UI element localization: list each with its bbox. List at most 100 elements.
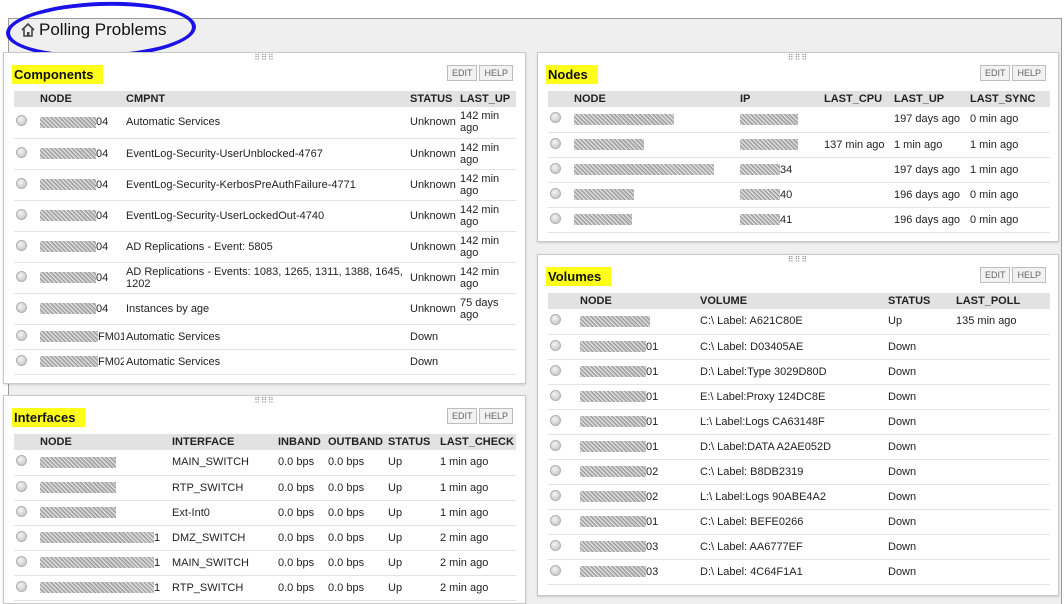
volume-name[interactable]: C:\ Label: AA6777EF — [698, 534, 886, 560]
component-name[interactable]: EventLog-Security-UserLockedOut-4740 — [124, 200, 408, 232]
interface-name[interactable]: RTP_SWITCH — [170, 575, 276, 601]
column-header-node[interactable]: NODE — [38, 91, 124, 107]
row-status-dot[interactable] — [16, 480, 27, 492]
row-status-dot[interactable] — [16, 146, 27, 158]
edit-button[interactable]: EDIT — [979, 267, 1011, 283]
node-cell[interactable]: 01 — [578, 359, 698, 385]
interface-name[interactable]: DMZ_SWITCH — [170, 525, 276, 551]
column-header-volume[interactable]: VOLUME — [698, 293, 886, 309]
component-name[interactable]: EventLog-Security-KerbosPreAuthFailure-4… — [124, 169, 408, 201]
node-cell[interactable]: 04 — [38, 138, 124, 170]
column-header-last-check[interactable]: LAST_CHECK — [438, 434, 516, 450]
column-header-node[interactable]: NODE — [572, 91, 738, 107]
row-status-dot[interactable] — [550, 439, 561, 451]
table-row[interactable]: 01 E:\ Label:Proxy 124DC8E Down — [548, 384, 1050, 410]
node-cell[interactable] — [38, 475, 170, 501]
node-cell[interactable]: 04 — [38, 262, 124, 294]
column-header-node[interactable]: NODE — [38, 434, 170, 450]
row-status-dot[interactable] — [550, 564, 561, 576]
row-status-dot[interactable] — [16, 530, 27, 542]
node-cell[interactable] — [572, 157, 738, 183]
column-header-interface[interactable]: INTERFACE — [170, 434, 276, 450]
node-cell[interactable]: 04 — [38, 200, 124, 232]
node-cell[interactable]: 04 — [38, 107, 124, 139]
row-status-dot[interactable] — [550, 389, 561, 401]
table-row[interactable]: 34 197 days ago 1 min ago — [548, 157, 1050, 183]
node-cell[interactable]: 1 — [38, 575, 170, 601]
table-row[interactable]: FM02 Automatic Services Down — [14, 349, 516, 375]
row-status-dot[interactable] — [16, 555, 27, 567]
table-row[interactable]: 04 Automatic Services Unknown 142 min ago — [14, 107, 516, 139]
column-header-status[interactable]: STATUS — [386, 434, 438, 450]
component-name[interactable]: Automatic Services — [124, 324, 408, 350]
node-cell[interactable]: 01 — [578, 334, 698, 360]
column-header-ip[interactable]: IP — [738, 91, 822, 107]
volume-name[interactable]: D:\ Label:Type 3029D80D — [698, 359, 886, 385]
node-cell[interactable]: 02 — [578, 484, 698, 510]
table-row[interactable]: 02 C:\ Label: B8DB2319 Down — [548, 459, 1050, 485]
volume-name[interactable]: D:\ Label: 4C64F1A1 — [698, 559, 886, 585]
table-row[interactable]: 01 D:\ Label:Type 3029D80D Down — [548, 359, 1050, 385]
volume-name[interactable]: C:\ Label: B8DB2319 — [698, 459, 886, 485]
component-name[interactable]: Automatic Services — [124, 107, 408, 139]
row-status-dot[interactable] — [16, 115, 27, 127]
column-header-status[interactable]: STATUS — [886, 293, 954, 309]
table-row[interactable]: C:\ Label: A621C80E Up 135 min ago — [548, 309, 1050, 335]
table-row[interactable]: 04 Instances by age Unknown 75 days ago — [14, 293, 516, 325]
table-row[interactable]: Ext-Int0 0.0 bps 0.0 bps Up 1 min ago — [14, 500, 516, 526]
row-status-dot[interactable] — [550, 314, 561, 326]
interface-name[interactable]: RTP_SWITCH — [170, 475, 276, 501]
table-row[interactable]: 1 MAIN_SWITCH 0.0 bps 0.0 bps Up 2 min ago — [14, 550, 516, 576]
node-cell[interactable]: 03 — [578, 534, 698, 560]
row-status-dot[interactable] — [550, 162, 561, 174]
help-button[interactable]: HELP — [479, 65, 513, 81]
column-header-node[interactable]: NODE — [578, 293, 698, 309]
volume-name[interactable]: L:\ Label:Logs 90ABE4A2 — [698, 484, 886, 510]
row-status-dot[interactable] — [550, 539, 561, 551]
column-header-cmpnt[interactable]: CMPNT — [124, 91, 408, 107]
node-cell[interactable]: 04 — [38, 231, 124, 263]
row-status-dot[interactable] — [550, 364, 561, 376]
table-row[interactable]: MAIN_SWITCH 0.0 bps 0.0 bps Up 1 min ago — [14, 450, 516, 476]
table-row[interactable]: RTP_SWITCH 0.0 bps 0.0 bps Up 1 min ago — [14, 475, 516, 501]
node-cell[interactable] — [572, 107, 738, 133]
row-status-dot[interactable] — [550, 187, 561, 199]
table-row[interactable]: 02 L:\ Label:Logs 90ABE4A2 Down — [548, 484, 1050, 510]
ip-cell[interactable]: 40 — [738, 182, 822, 208]
table-row[interactable]: 41 196 days ago 0 min ago — [548, 207, 1050, 233]
row-status-dot[interactable] — [16, 177, 27, 189]
table-row[interactable]: 04 EventLog-Security-UserUnblocked-4767 Un… — [14, 138, 516, 170]
ip-cell[interactable]: 34 — [738, 157, 822, 183]
table-row[interactable]: 1 RTP_SWITCH 0.0 bps 0.0 bps Up 2 min ago — [14, 575, 516, 601]
table-row[interactable]: 03 C:\ Label: AA6777EF Down — [548, 534, 1050, 560]
row-status-dot[interactable] — [16, 329, 27, 341]
row-status-dot[interactable] — [550, 137, 561, 149]
volume-name[interactable]: D:\ Label:DATA A2AE052D — [698, 434, 886, 460]
column-header-last-up[interactable]: LAST_UP — [458, 91, 516, 107]
drag-handle[interactable]: ⠿⠿⠿ — [254, 397, 275, 405]
interface-name[interactable]: Ext-Int0 — [170, 500, 276, 526]
node-cell[interactable]: 03 — [578, 559, 698, 585]
help-button[interactable]: HELP — [1012, 65, 1046, 81]
interface-name[interactable]: MAIN_SWITCH — [170, 550, 276, 576]
table-row[interactable]: 1 DMZ_SWITCH 0.0 bps 0.0 bps Up 2 min ago — [14, 525, 516, 551]
node-cell[interactable]: 04 — [38, 293, 124, 325]
row-status-dot[interactable] — [16, 455, 27, 467]
column-header-inband[interactable]: INBAND — [276, 434, 326, 450]
drag-handle[interactable]: ⠿⠿⠿ — [788, 54, 809, 62]
table-row[interactable]: 03 D:\ Label: 4C64F1A1 Down — [548, 559, 1050, 585]
volume-name[interactable]: C:\ Label: D03405AE — [698, 334, 886, 360]
node-cell[interactable]: 01 — [578, 409, 698, 435]
row-status-dot[interactable] — [550, 514, 561, 526]
table-row[interactable]: FM01 Automatic Services Down — [14, 324, 516, 350]
node-cell[interactable] — [38, 450, 170, 476]
table-row[interactable]: 01 L:\ Label:Logs CA63148F Down — [548, 409, 1050, 435]
row-status-dot[interactable] — [550, 414, 561, 426]
table-row[interactable]: 137 min ago 1 min ago 1 min ago — [548, 132, 1050, 158]
volume-name[interactable]: E:\ Label:Proxy 124DC8E — [698, 384, 886, 410]
row-status-dot[interactable] — [550, 112, 561, 124]
row-status-dot[interactable] — [16, 354, 27, 366]
help-button[interactable]: HELP — [479, 408, 513, 424]
column-header-last-sync[interactable]: LAST_SYNC — [968, 91, 1050, 107]
volume-name[interactable]: L:\ Label:Logs CA63148F — [698, 409, 886, 435]
